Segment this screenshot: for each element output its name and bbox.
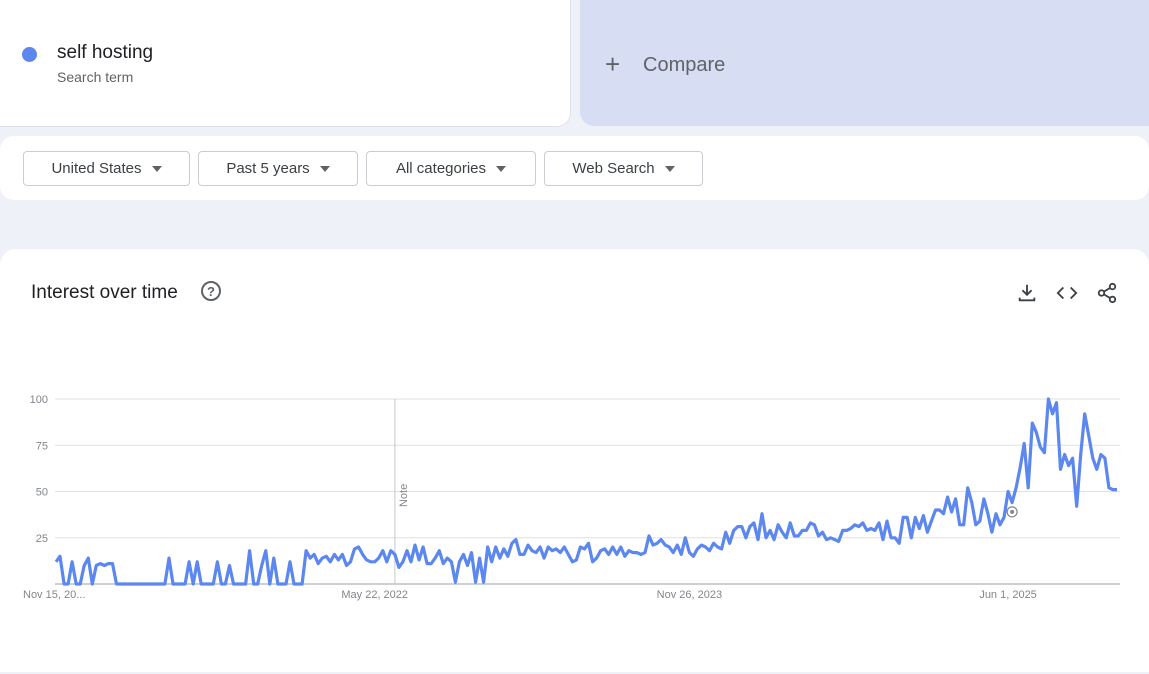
search-term-card[interactable]: self hosting Search term — [0, 0, 571, 127]
region-label: United States — [51, 160, 142, 177]
region-dropdown[interactable]: United States — [23, 151, 190, 186]
search-type-dropdown[interactable]: Web Search — [544, 151, 703, 186]
x-tick-label: Nov 26, 2023 — [657, 589, 722, 601]
annotation-marker-dot — [1010, 509, 1015, 514]
filters-bar: United States Past 5 years All categorie… — [0, 136, 1149, 200]
y-tick-label: 100 — [30, 394, 48, 406]
interest-line-chart: 100 75 50 25 Note Nov 15, 20... May 22, 2022 No… — [23, 394, 1120, 601]
chevron-down-icon — [151, 165, 162, 172]
chevron-down-icon — [319, 165, 330, 172]
search-type-label: Web Search — [572, 160, 655, 177]
category-label: All categories — [395, 160, 487, 177]
y-tick-label: 25 — [36, 533, 48, 545]
chevron-down-icon — [496, 165, 507, 172]
y-tick-label: 50 — [36, 487, 48, 499]
time-range-label: Past 5 years — [226, 160, 310, 177]
time-range-dropdown[interactable]: Past 5 years — [198, 151, 358, 186]
category-dropdown[interactable]: All categories — [366, 151, 536, 186]
y-tick-label: 75 — [36, 440, 48, 452]
series-color-dot — [22, 47, 37, 62]
interest-over-time-card: Interest over time ? 100 75 50 25 Note Nov 15… — [0, 249, 1149, 672]
x-tick-label: Nov 15, 20... — [23, 589, 85, 601]
compare-label[interactable]: Compare — [643, 54, 725, 77]
x-tick-label: May 22, 2022 — [341, 589, 408, 601]
chevron-down-icon — [664, 165, 675, 172]
search-term-subtitle: Search term — [57, 69, 134, 85]
note-label: Note — [398, 484, 410, 507]
x-tick-label: Jun 1, 2025 — [979, 589, 1037, 601]
plus-icon: + — [605, 49, 621, 79]
search-term-name[interactable]: self hosting — [57, 42, 153, 64]
